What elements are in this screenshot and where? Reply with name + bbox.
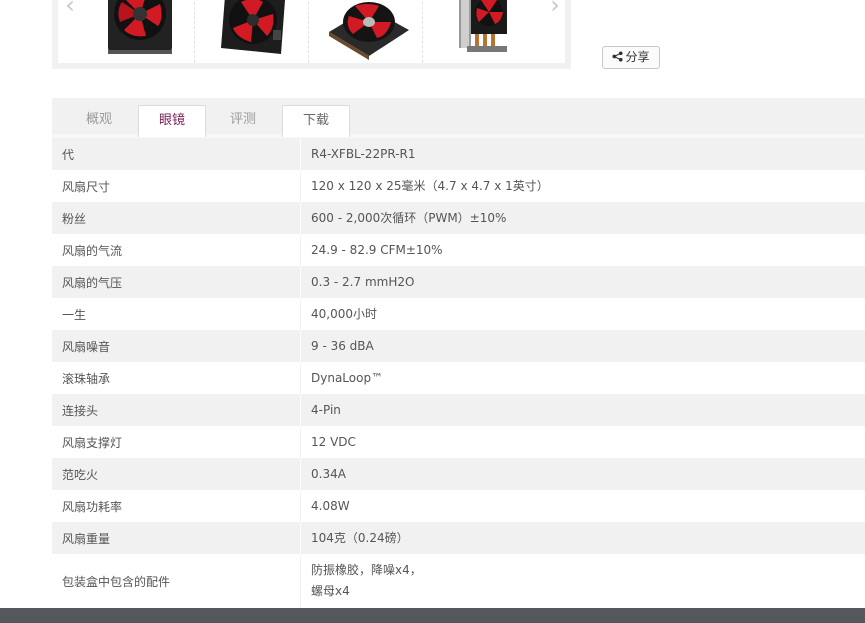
spec-value: DynaLoop™ (311, 370, 384, 385)
thumbnail-cpu-cooler[interactable] (422, 0, 536, 63)
gallery-strip: ‹ › (58, 0, 565, 63)
product-gallery: ‹ › (52, 0, 571, 69)
fan-image (108, 0, 172, 54)
thumbnail-fan-tilted[interactable] (308, 0, 422, 63)
table-row: 风扇尺寸 120 x 120 x 25毫米（4.7 x 4.7 x 1英寸） (52, 170, 865, 202)
spec-label: 风扇支撑灯 (52, 426, 301, 458)
spec-value: 4-Pin (311, 402, 341, 417)
thumbnail-fan-angle[interactable] (194, 0, 308, 63)
table-row: 范吃火 0.34A (52, 458, 865, 490)
tab-reviews[interactable]: 评测 (210, 105, 276, 137)
spec-value: R4-XFBL-22PR-R1 (311, 146, 416, 161)
spec-label: 风扇重量 (52, 522, 301, 554)
spec-label: 风扇尺寸 (52, 170, 301, 202)
table-row: 包装盒中包含的配件 防振橡胶，降噪x4， 螺母x4 (52, 554, 865, 608)
spec-value-text: 防振橡胶，降噪x4， 螺母x4 (311, 563, 422, 598)
spec-label: 风扇的气压 (52, 266, 301, 298)
spec-value: 防振橡胶，降噪x4， 螺母x4 (301, 554, 865, 608)
spec-value: 40,000小时 (311, 306, 377, 321)
table-row: 风扇支撑灯 12 VDC (52, 426, 865, 458)
spec-value: 0.3 - 2.7 mmH2O (311, 274, 415, 289)
table-row: 风扇的气流 24.9 - 82.9 CFM±10% (52, 234, 865, 266)
tab-specifications[interactable]: 眼镜 (138, 105, 206, 137)
chevron-right-icon[interactable]: › (545, 0, 565, 22)
spec-label: 风扇噪音 (52, 330, 301, 362)
spec-value: 9 - 36 dBA (311, 338, 374, 353)
spec-value: 120 x 120 x 25毫米（4.7 x 4.7 x 1英寸） (311, 178, 549, 193)
tab-downloads[interactable]: 下载 (282, 105, 350, 137)
share-icon (612, 51, 624, 62)
spec-table: 代 R4-XFBL-22PR-R1 风扇尺寸 120 x 120 x 25毫米（… (52, 138, 865, 608)
spec-value: 104克（0.24磅） (311, 530, 409, 545)
table-row: 风扇功耗率 4.08W (52, 490, 865, 522)
footer-band (0, 608, 865, 623)
spec-label: 滚珠轴承 (52, 362, 301, 394)
spec-value: 12 VDC (311, 434, 356, 449)
table-row: 一生 40,000小时 (52, 298, 865, 330)
table-row: 代 R4-XFBL-22PR-R1 (52, 138, 865, 170)
spec-value: 600 - 2,000次循环（PWM）±10% (311, 210, 507, 225)
spec-value: 24.9 - 82.9 CFM±10% (311, 242, 443, 257)
thumbnail-fan-front[interactable] (80, 0, 194, 63)
spec-value: 4.08W (311, 498, 350, 513)
spec-label: 代 (52, 138, 301, 170)
table-row: 连接头 4-Pin (52, 394, 865, 426)
table-row: 风扇噪音 9 - 36 dBA (52, 330, 865, 362)
cooler-image (459, 0, 507, 52)
product-tabs: 概观 眼镜 评测 下载 (52, 98, 865, 138)
chevron-left-icon[interactable]: ‹ (60, 0, 80, 22)
fan-image (329, 2, 409, 60)
spec-value: 0.34A (311, 466, 346, 481)
spec-label: 一生 (52, 298, 301, 330)
spec-label: 粉丝 (52, 202, 301, 234)
table-row: 粉丝 600 - 2,000次循环（PWM）±10% (52, 202, 865, 234)
table-row: 风扇重量 104克（0.24磅） (52, 522, 865, 554)
table-row: 滚珠轴承 DynaLoop™ (52, 362, 865, 394)
spec-label: 范吃火 (52, 458, 301, 490)
spec-label: 包装盒中包含的配件 (52, 554, 301, 608)
share-label: 分享 (625, 50, 650, 64)
spec-label: 风扇的气流 (52, 234, 301, 266)
table-row: 风扇的气压 0.3 - 2.7 mmH2O (52, 266, 865, 298)
spec-label: 连接头 (52, 394, 301, 426)
share-button[interactable]: 分享 (602, 46, 660, 69)
spec-label: 风扇功耗率 (52, 490, 301, 522)
tab-overview[interactable]: 概观 (66, 105, 132, 137)
fan-image (221, 0, 285, 54)
